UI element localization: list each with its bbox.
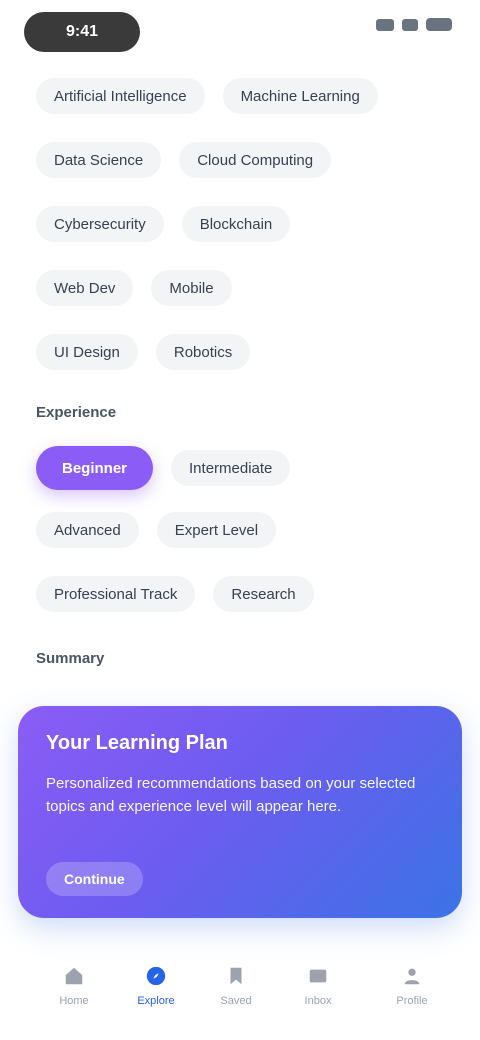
section-label-experience: Experience xyxy=(36,404,117,421)
status-bar: 9:41 xyxy=(0,0,480,64)
topic-chip[interactable]: Artificial Intelligence xyxy=(36,78,205,114)
status-time: 9:41 xyxy=(24,12,140,52)
tab-label: Explore xyxy=(137,995,175,1007)
home-icon xyxy=(65,967,83,985)
chip-row-8: Professional Track Research xyxy=(36,576,332,612)
level-chip[interactable]: Intermediate xyxy=(171,450,291,486)
chip-row-2: Data Science Cloud Computing xyxy=(36,142,349,178)
continue-button[interactable]: Continue xyxy=(46,862,143,896)
status-icons xyxy=(376,18,452,31)
topic-chip[interactable]: Web Dev xyxy=(36,270,134,306)
tab-label: Saved xyxy=(220,995,252,1007)
topic-chip[interactable]: Robotics xyxy=(155,334,251,370)
chip-row-7: Advanced Expert Level xyxy=(36,512,294,548)
learning-plan-card[interactable]: Your Learning Plan Personalized recommen… xyxy=(18,706,462,918)
chip-row-6: Beginner Intermediate xyxy=(36,446,308,490)
chip-row-3: Cybersecurity Blockchain xyxy=(36,206,308,242)
topic-chip[interactable]: Blockchain xyxy=(181,206,291,242)
topic-chip[interactable]: Data Science xyxy=(36,142,162,178)
section-label-summary: Summary xyxy=(36,650,105,667)
promo-body: Personalized recommendations based on yo… xyxy=(46,775,416,815)
tab-saved[interactable]: Saved xyxy=(204,954,268,1018)
level-chip[interactable]: Professional Track xyxy=(36,576,196,612)
promo-title: Your Learning Plan xyxy=(46,732,228,754)
chip-row-5: UI Design Robotics xyxy=(36,334,268,370)
topic-chip[interactable]: UI Design xyxy=(36,334,138,370)
level-chip[interactable]: Advanced xyxy=(36,512,139,548)
tab-label: Home xyxy=(59,995,89,1007)
topic-chip[interactable]: Cybersecurity xyxy=(36,206,164,242)
tab-label: Profile xyxy=(396,995,428,1007)
bookmark-icon xyxy=(230,967,242,985)
bottom-tab-bar: Home Explore Saved Inbox Profile xyxy=(0,940,480,1040)
level-chip-selected[interactable]: Beginner xyxy=(36,446,154,490)
topic-chip[interactable]: Mobile xyxy=(151,270,232,306)
user-icon xyxy=(404,968,420,985)
level-chip[interactable]: Research xyxy=(213,576,314,612)
signal-icon xyxy=(376,18,394,31)
wifi-icon xyxy=(402,18,418,31)
battery-icon xyxy=(426,18,452,31)
tab-home[interactable]: Home xyxy=(42,954,106,1018)
compass-icon xyxy=(146,966,166,986)
tab-profile[interactable]: Profile xyxy=(380,954,444,1018)
inbox-icon xyxy=(309,969,327,983)
tab-label: Inbox xyxy=(304,995,332,1007)
topic-chip[interactable]: Cloud Computing xyxy=(179,142,332,178)
tab-explore[interactable]: Explore xyxy=(124,954,188,1018)
topic-chip[interactable]: Machine Learning xyxy=(222,78,378,114)
chip-row-1: Artificial Intelligence Machine Learning xyxy=(36,78,396,114)
level-chip[interactable]: Expert Level xyxy=(156,512,277,548)
tab-inbox[interactable]: Inbox xyxy=(286,954,350,1018)
chip-row-4: Web Dev Mobile xyxy=(36,270,250,306)
